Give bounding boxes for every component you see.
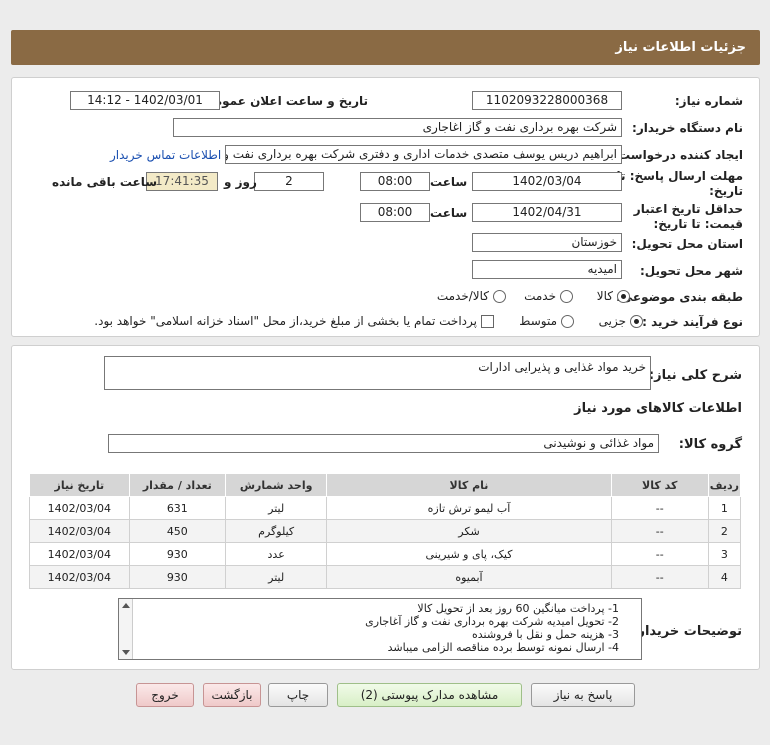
view-attachments-button[interactable]: مشاهده مدارک پیوستی (2) bbox=[337, 683, 522, 707]
table-header-row: ردیف کد کالا نام کالا واحد شمارش تعداد /… bbox=[29, 473, 742, 497]
cell-quantity: 631 bbox=[128, 496, 226, 520]
notes-line: 4- ارسال نمونه توسط برده مناقصه الزامی م… bbox=[387, 641, 619, 654]
cell-item-name: آبمیوه bbox=[326, 565, 612, 589]
deadline-time-label: ساعت bbox=[430, 175, 468, 189]
remaining-label: ساعت باقی مانده bbox=[52, 175, 158, 189]
radio-icon[interactable] bbox=[561, 315, 574, 328]
radio-selected-icon[interactable] bbox=[617, 290, 630, 303]
cell-quantity: 450 bbox=[128, 519, 226, 543]
cell-item-code: -- bbox=[610, 565, 709, 589]
deadline-label-2: تاریخ: bbox=[709, 184, 743, 198]
validity-label-2: قیمت: تا تاریخ: bbox=[653, 217, 743, 231]
buyer-org-label: نام دستگاه خریدار: bbox=[632, 121, 743, 135]
scroll-up-icon[interactable] bbox=[122, 603, 130, 608]
cell-need-date: 1402/03/04 bbox=[29, 519, 130, 543]
announce-label: تاریخ و ساعت اعلان عمومی: bbox=[197, 94, 368, 108]
city-label: شهر محل تحویل: bbox=[639, 264, 743, 278]
cell-unit: کیلوگرم bbox=[224, 519, 328, 543]
treasury-payment-checkbox[interactable]: پرداخت تمام یا بخشی از مبلغ خرید،از محل … bbox=[94, 314, 494, 328]
purchase-option-minor[interactable]: جزیی bbox=[599, 314, 643, 328]
category-option-service[interactable]: خدمت bbox=[524, 289, 573, 303]
cell-unit: لیتر bbox=[224, 496, 328, 520]
radio-icon[interactable] bbox=[493, 290, 506, 303]
province-label: استان محل تحویل: bbox=[631, 237, 743, 251]
buyer-notes-label: توضیحات خریدار: bbox=[632, 624, 742, 639]
notes-line: 2- تحویل امیدیه شرکت بهره برداری نفت و گ… bbox=[365, 615, 619, 628]
col-item-code: کد کالا bbox=[610, 473, 709, 497]
page-header: جزئیات اطلاعات نیاز bbox=[11, 30, 760, 65]
cell-row-number: 2 bbox=[707, 519, 742, 543]
cell-unit: لیتر bbox=[224, 565, 328, 589]
deadline-date-field[interactable]: 1402/03/04 bbox=[472, 172, 622, 191]
purchase-option-medium[interactable]: متوسط bbox=[519, 314, 574, 328]
exit-button[interactable]: خروج bbox=[136, 683, 194, 707]
cell-need-date: 1402/03/04 bbox=[29, 496, 130, 520]
radio-selected-icon[interactable] bbox=[630, 315, 643, 328]
cell-item-name: شکر bbox=[326, 519, 612, 543]
validity-label: حداقل تاریخ اعتبار bbox=[633, 202, 743, 216]
creator-label: ایجاد کننده درخواست: bbox=[613, 148, 743, 162]
cell-quantity: 930 bbox=[128, 565, 226, 589]
radio-icon[interactable] bbox=[560, 290, 573, 303]
cell-row-number: 4 bbox=[707, 565, 742, 589]
cell-item-code: -- bbox=[610, 496, 709, 520]
buyer-org-field[interactable]: شرکت بهره برداری نفت و گاز اغاجاری bbox=[173, 118, 622, 137]
reply-button[interactable]: پاسخ به نیاز bbox=[531, 683, 635, 707]
cell-row-number: 1 bbox=[707, 496, 742, 520]
cell-need-date: 1402/03/04 bbox=[29, 542, 130, 566]
goods-group-field[interactable]: مواد غذائی و نوشیدنی bbox=[108, 434, 659, 453]
scroll-down-icon[interactable] bbox=[122, 650, 130, 655]
notes-line: 1- پرداخت میانگین 60 روز بعد از تحویل کا… bbox=[417, 602, 619, 615]
col-unit: واحد شمارش bbox=[224, 473, 328, 497]
deadline-label: مهلت ارسال پاسخ: تا bbox=[616, 169, 744, 183]
cell-quantity: 930 bbox=[128, 542, 226, 566]
days-label: روز و bbox=[224, 175, 257, 189]
goods-table: ردیف کد کالا نام کالا واحد شمارش تعداد /… bbox=[29, 473, 742, 589]
province-field[interactable]: خوزستان bbox=[472, 233, 622, 252]
back-button[interactable]: بازگشت bbox=[203, 683, 261, 707]
col-item-name: نام کالا bbox=[326, 473, 612, 497]
table-row[interactable]: 1 -- آب لیمو ترش تازه لیتر 631 1402/03/0… bbox=[29, 496, 742, 520]
notes-scrollbar[interactable] bbox=[119, 599, 133, 659]
purchase-type-label: نوع فرآیند خرید : bbox=[642, 315, 743, 329]
category-option-goods-service[interactable]: کالا/خدمت bbox=[437, 289, 506, 303]
buyer-notes-textarea[interactable]: 1- پرداخت میانگین 60 روز بعد از تحویل کا… bbox=[118, 598, 642, 660]
summary-field[interactable]: خرید مواد غذایی و پذیرایی ادارات bbox=[104, 356, 651, 390]
need-number-label: شماره نیاز: bbox=[674, 94, 743, 108]
cell-need-date: 1402/03/04 bbox=[29, 565, 130, 589]
cell-item-code: -- bbox=[610, 519, 709, 543]
checkbox-icon[interactable] bbox=[481, 315, 494, 328]
col-quantity: تعداد / مقدار bbox=[128, 473, 226, 497]
print-button[interactable]: چاپ bbox=[268, 683, 328, 707]
table-row[interactable]: 3 -- کیک، پای و شیرینی عدد 930 1402/03/0… bbox=[29, 542, 742, 566]
category-option-goods[interactable]: کالا bbox=[597, 289, 630, 303]
table-row[interactable]: 2 -- شکر کیلوگرم 450 1402/03/04 bbox=[29, 519, 742, 543]
days-field[interactable]: 2 bbox=[254, 172, 324, 191]
contact-buyer-link[interactable]: اطلاعات تماس خریدار bbox=[110, 148, 221, 162]
category-label: طبقه بندی موضوعی: bbox=[615, 290, 743, 304]
creator-field[interactable]: ابراهیم دریس یوسف متصدی خدمات اداری و دف… bbox=[225, 145, 622, 164]
cell-row-number: 3 bbox=[707, 542, 742, 566]
cell-item-name: کیک، پای و شیرینی bbox=[326, 542, 612, 566]
table-row[interactable]: 4 -- آبمیوه لیتر 930 1402/03/04 bbox=[29, 565, 742, 589]
need-number-field[interactable]: 1102093228000368 bbox=[472, 91, 622, 110]
deadline-time-field[interactable]: 08:00 bbox=[360, 172, 430, 191]
col-row-number: ردیف bbox=[707, 473, 742, 497]
page-title: جزئیات اطلاعات نیاز bbox=[615, 40, 746, 55]
cell-item-code: -- bbox=[610, 542, 709, 566]
validity-time-label: ساعت bbox=[430, 206, 468, 220]
cell-item-name: آب لیمو ترش تازه bbox=[326, 496, 612, 520]
cell-unit: عدد bbox=[224, 542, 328, 566]
notes-line: 3- هزینه حمل و نقل با فروشنده bbox=[472, 628, 619, 641]
city-field[interactable]: امیدیه bbox=[472, 260, 622, 279]
validity-date-field[interactable]: 1402/04/31 bbox=[472, 203, 622, 222]
goods-group-label: گروه کالا: bbox=[678, 437, 742, 452]
summary-label: شرح کلی نیاز: bbox=[648, 368, 742, 383]
goods-info-title: اطلاعات کالاهای مورد نیاز bbox=[574, 401, 742, 416]
validity-time-field[interactable]: 08:00 bbox=[360, 203, 430, 222]
col-need-date: تاریخ نیاز bbox=[29, 473, 130, 497]
announce-field[interactable]: 1402/03/01 - 14:12 bbox=[70, 91, 220, 110]
